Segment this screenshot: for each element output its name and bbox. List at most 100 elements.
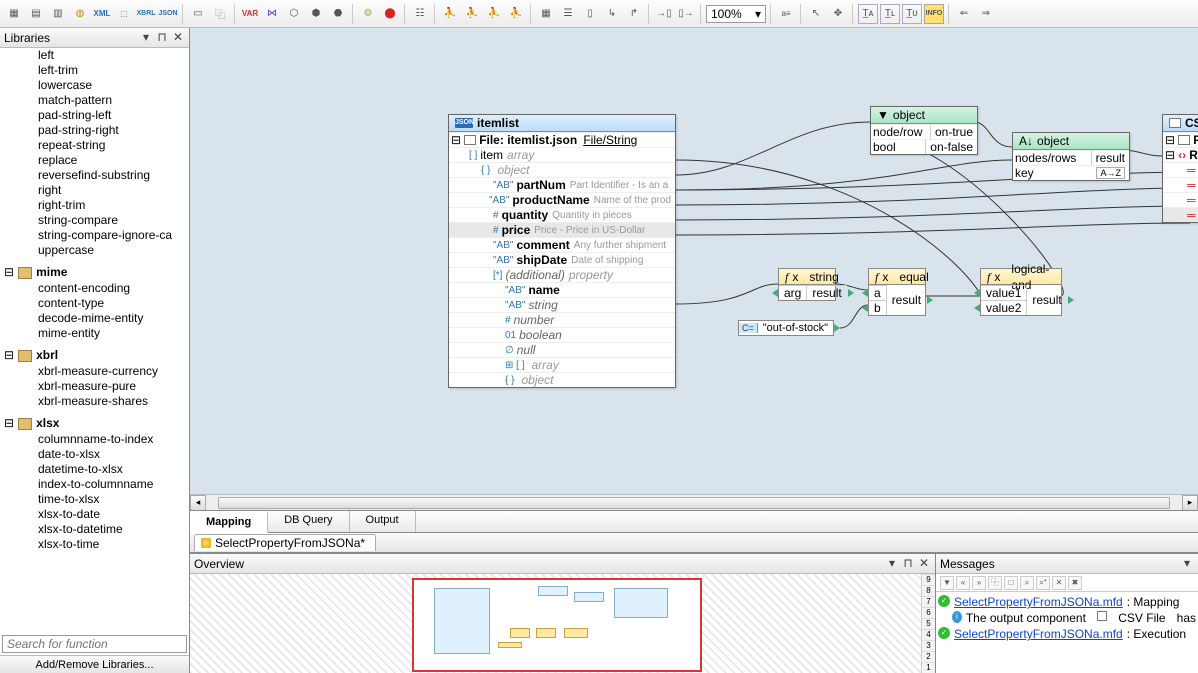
panel-dropdown-icon[interactable]: ▾ (885, 557, 899, 571)
tb-fn1-icon[interactable]: ⬡ (284, 4, 304, 24)
lib-cat-xbrl[interactable]: ⊟xbrl (0, 347, 189, 364)
panel-close-icon[interactable]: ✕ (917, 557, 931, 571)
messages-list[interactable]: ✓ SelectPropertyFromJSONa.mfd : Mapping … (936, 592, 1198, 673)
itemlist-field-row[interactable]: "AB"shipDateDate of shipping (449, 252, 675, 267)
panel-dropdown-icon[interactable]: ▾ (1180, 557, 1194, 571)
in-port-icon[interactable] (772, 289, 778, 297)
tb-in-icon[interactable]: ↳ (602, 4, 622, 24)
msg-filter-icon[interactable]: ▼ (940, 576, 954, 590)
tab-db-query[interactable]: DB Query (268, 511, 349, 532)
message-row[interactable]: ✓ SelectPropertyFromJSONa.mfd : Executio… (938, 626, 1196, 642)
csv-field-row[interactable]: ═ Quantity (1163, 192, 1198, 207)
lib-fn-item[interactable]: date-to-xlsx (0, 447, 189, 462)
tb-rows-icon[interactable]: ☰ (558, 4, 578, 24)
panel-pin-icon[interactable]: ⊓ (155, 31, 169, 45)
tb-move-icon[interactable]: ✥ (828, 4, 848, 24)
tb-tl-icon[interactable]: T̲ʟ (880, 4, 900, 24)
lib-fn-item[interactable]: left (0, 48, 189, 63)
tb-info-icon[interactable]: INFO (924, 4, 944, 24)
lib-fn-item[interactable]: xbrl-measure-currency (0, 364, 189, 379)
tb-copy-icon[interactable]: ⿻ (210, 4, 230, 24)
itemlist-field-row[interactable]: ⊞ [ ]array (449, 357, 675, 372)
out-port-icon[interactable] (834, 324, 840, 332)
overview-zoom-scale[interactable]: 1 2 3 4 5 6 7 8 9 (921, 574, 935, 673)
message-link[interactable]: SelectPropertyFromJSONa.mfd (954, 595, 1123, 609)
itemlist-field-row[interactable]: #pricePrice - Price in US-Dollar (449, 222, 675, 237)
scroll-right-icon[interactable]: ▸ (1182, 495, 1198, 511)
lib-fn-item[interactable]: xlsx-to-date (0, 507, 189, 522)
msg-find-icon[interactable]: ⌕ (1020, 576, 1034, 590)
const-out-of-stock[interactable]: C= "out-of-stock" (738, 320, 834, 336)
tb-cfg-icon[interactable]: ⚙ (358, 4, 378, 24)
tb-out-icon[interactable]: ↱ (624, 4, 644, 24)
lib-fn-item[interactable]: lowercase (0, 78, 189, 93)
sort-order-button[interactable]: A→Z (1096, 167, 1125, 179)
tb-pick-icon[interactable]: ↖ (806, 4, 826, 24)
itemlist-field-row[interactable]: { }object (449, 162, 675, 177)
file-tab[interactable]: SelectPropertyFromJSONa* (194, 534, 376, 551)
tab-output[interactable]: Output (350, 511, 416, 532)
lib-fn-item[interactable]: right (0, 183, 189, 198)
sort-row-0[interactable]: nodes/rowsresult (1013, 150, 1129, 165)
lib-cat-mime[interactable]: ⊟mime (0, 264, 189, 281)
tab-mapping[interactable]: Mapping (190, 511, 268, 533)
tb-xml-icon[interactable]: XML (92, 4, 112, 24)
tb-tu-icon[interactable]: T̲ᴜ (902, 4, 922, 24)
comp-itemlist-file-row[interactable]: ⊟ File: itemlist.json File/String (449, 132, 675, 147)
in-port-icon[interactable] (862, 304, 868, 312)
msg-next-icon[interactable]: » (972, 576, 986, 590)
msg-del-icon[interactable]: ✕ (1052, 576, 1066, 590)
lib-fn-item[interactable]: right-trim (0, 198, 189, 213)
lib-fn-item[interactable]: left-trim (0, 63, 189, 78)
out-port-icon[interactable] (927, 296, 933, 304)
tb-join-icon[interactable]: ⋈ (262, 4, 282, 24)
tb-cols-icon[interactable]: ▯ (580, 4, 600, 24)
tb-var-icon[interactable]: VAR (240, 4, 260, 24)
itemlist-field-row[interactable]: "AB"commentAny further shipment (449, 237, 675, 252)
comp-filter[interactable]: ▼object node/rowon-true boolon-false (870, 106, 978, 155)
file-kind-link[interactable]: File/String (583, 133, 637, 147)
lib-fn-item[interactable]: string-compare (0, 213, 189, 228)
canvas-hscrollbar[interactable]: ◂ ▸ (190, 494, 1198, 510)
msg-clear-icon[interactable]: □ (1004, 576, 1018, 590)
out-port-icon[interactable] (848, 289, 854, 297)
tb-ab-icon[interactable]: a≡ (776, 4, 796, 24)
msg-del2-icon[interactable]: ✖ (1068, 576, 1082, 590)
tb-ta-icon[interactable]: T̲ᴀ (858, 4, 878, 24)
lib-fn-item[interactable]: xbrl-measure-shares (0, 394, 189, 409)
filter-row-0[interactable]: node/rowon-true (871, 124, 977, 139)
panel-close-icon[interactable]: ✕ (171, 31, 185, 45)
zoom-combo[interactable]: 100%▾ (706, 5, 766, 23)
tb-json-icon[interactable]: JSON (158, 4, 178, 24)
search-input[interactable] (2, 635, 187, 653)
csv-rows-row[interactable]: ⊟ ‹› Rows (1163, 147, 1198, 162)
tb-back-icon[interactable]: ⇐ (954, 4, 974, 24)
tb-db-icon[interactable]: ◍ (70, 4, 90, 24)
comp-itemlist[interactable]: JSON itemlist ⊟ File: itemlist.json File… (448, 114, 676, 388)
scroll-thumb[interactable] (218, 497, 1170, 509)
tb-fwd-icon[interactable]: ⇒ (976, 4, 996, 24)
itemlist-field-row[interactable]: [ ]itemarray (449, 147, 675, 162)
tb-people4-icon[interactable]: ⛹ (506, 4, 526, 24)
overview-viewport[interactable] (412, 578, 702, 672)
lib-fn-item[interactable]: pad-string-right (0, 123, 189, 138)
lib-fn-item[interactable]: uppercase (0, 243, 189, 258)
lib-fn-item[interactable]: decode-mime-entity (0, 311, 189, 326)
itemlist-field-row[interactable]: #quantityQuantity in pieces (449, 207, 675, 222)
itemlist-field-row[interactable]: { }object (449, 372, 675, 387)
lib-fn-item[interactable]: content-type (0, 296, 189, 311)
csv-file-row[interactable]: ⊟ File: (default) File/String (1163, 132, 1198, 147)
tb-xbrl-icon[interactable]: XBRL (136, 4, 156, 24)
lib-fn-item[interactable]: mime-entity (0, 326, 189, 341)
msg-findnext-icon[interactable]: ⌕⁺ (1036, 576, 1050, 590)
comp-sort[interactable]: A↓object nodes/rowsresult keyA→Z (1012, 132, 1130, 181)
csv-field-row[interactable]: ═ Part Number (Out of Stock) (1163, 162, 1198, 177)
filter-row-1[interactable]: boolon-false (871, 139, 977, 154)
tb-open-icon[interactable]: ▤ (26, 4, 46, 24)
csv-field-row[interactable]: ═ Price (1163, 207, 1198, 222)
lib-fn-item[interactable]: index-to-columnname (0, 477, 189, 492)
fn-logical-and[interactable]: fx logical-and value1value2 result (980, 268, 1062, 316)
fn-equal[interactable]: fx equal ab result (868, 268, 926, 316)
itemlist-field-row[interactable]: "AB"name (449, 282, 675, 297)
lib-fn-item[interactable]: columnname-to-index (0, 432, 189, 447)
